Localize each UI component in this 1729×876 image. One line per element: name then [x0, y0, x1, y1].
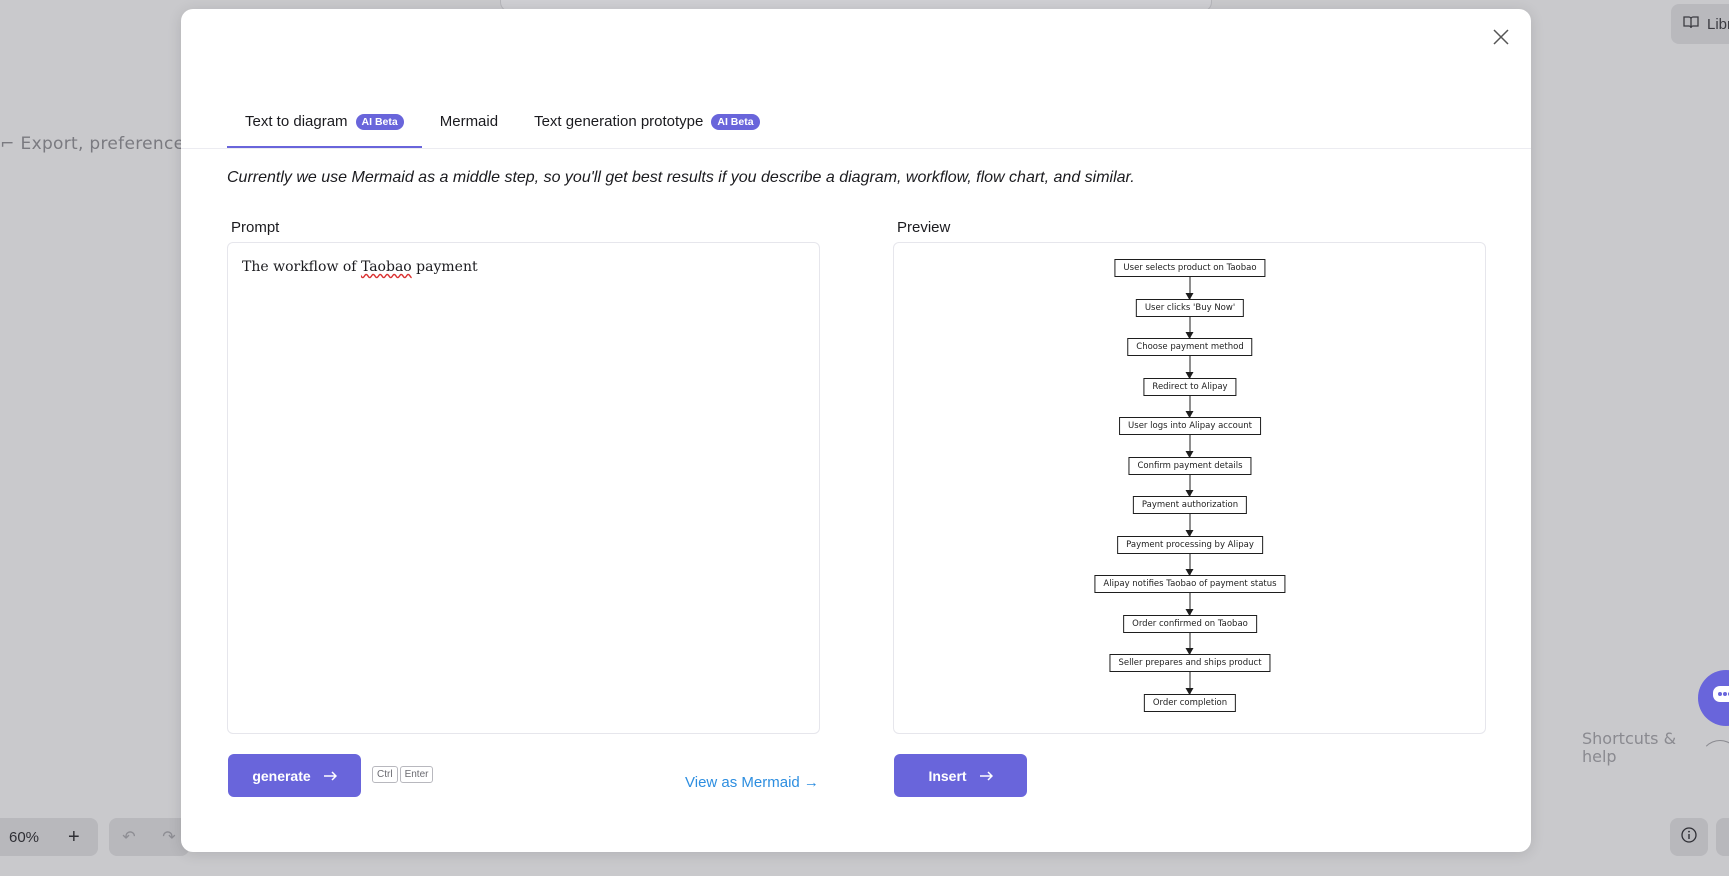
redo-icon[interactable]: ↷: [162, 827, 175, 847]
insert-button[interactable]: Insert: [894, 754, 1027, 797]
info-icon: [1681, 826, 1697, 848]
flowchart-arrow: [1185, 474, 1194, 497]
flowchart-node: Order completion: [1143, 693, 1237, 712]
dialog-description: Currently we use Mermaid as a middle ste…: [227, 169, 1135, 186]
prompt-value: The workflow of Taobao payment: [242, 259, 805, 275]
insert-label: Insert: [928, 767, 967, 784]
library-button[interactable]: Libr: [1671, 4, 1729, 44]
zoom-controls: 60% +: [0, 818, 98, 856]
zoom-in-button[interactable]: +: [68, 826, 80, 849]
flowchart-arrow: [1185, 672, 1194, 694]
keyboard-shortcut: Ctrl Enter: [372, 766, 434, 783]
close-button[interactable]: [1489, 27, 1513, 51]
shortcuts-hint: Shortcuts & help: [1582, 729, 1677, 766]
kbd-ctrl: Ctrl: [372, 766, 398, 783]
ai-beta-badge: AI Beta: [355, 113, 404, 130]
flowchart-node: Redirect to Alipay: [1143, 377, 1237, 396]
kbd-enter: Enter: [399, 766, 434, 783]
ai-beta-badge: AI Beta: [711, 113, 760, 130]
flowchart-node: Alipay notifies Taobao of payment status: [1094, 575, 1286, 593]
tab-mermaid[interactable]: Mermaid: [422, 95, 516, 148]
flowchart-arrow: [1185, 277, 1194, 299]
tabs-divider: [181, 148, 1531, 149]
book-icon: [1683, 14, 1699, 34]
extra-toolbar-button[interactable]: [1716, 818, 1729, 856]
flowchart-node: Seller prepares and ships product: [1109, 654, 1271, 672]
shortcuts-hint-arrow-icon: [1700, 740, 1729, 780]
prompt-text-part: payment: [411, 259, 478, 275]
prompt-text-part: The workflow of: [242, 259, 361, 275]
dialog-tabs: Text to diagram AI Beta Mermaid Text gen…: [227, 95, 778, 148]
export-hint: ⌐ Export, preference: [0, 134, 184, 154]
arrow-right-icon: [979, 768, 993, 784]
flowchart-arrow: [1185, 316, 1194, 339]
tab-label: Text generation prototype: [534, 113, 704, 130]
close-icon: [1492, 28, 1510, 51]
flowchart-node: User selects product on Taobao: [1114, 259, 1266, 277]
view-as-mermaid-link[interactable]: View as Mermaid →: [685, 774, 819, 791]
chat-icon: [1712, 685, 1729, 712]
flowchart-arrow: [1185, 395, 1194, 418]
chat-button[interactable]: [1698, 670, 1729, 726]
flowchart-arrow: [1185, 435, 1194, 457]
flowchart-node: Order confirmed on Taobao: [1123, 614, 1257, 633]
export-hint-text: Export, preference: [20, 134, 185, 154]
flowchart-node: Choose payment method: [1127, 338, 1253, 356]
generate-label: generate: [252, 767, 311, 784]
preview-panel: User selects product on Taobao User click…: [893, 242, 1486, 734]
flowchart-node: Confirm payment details: [1128, 456, 1252, 475]
flowchart-node: User clicks 'Buy Now': [1135, 298, 1245, 317]
tab-text-generation-prototype[interactable]: Text generation prototype AI Beta: [516, 95, 777, 148]
prompt-textarea[interactable]: The workflow of Taobao payment: [227, 242, 820, 734]
flowchart-node: Payment processing by Alipay: [1117, 535, 1263, 554]
arrow-right-icon: [323, 768, 337, 784]
flowchart-arrow: [1185, 632, 1194, 655]
flowchart-arrow: [1185, 553, 1194, 576]
undo-icon[interactable]: ↶: [122, 827, 135, 847]
text-to-diagram-dialog: Text to diagram AI Beta Mermaid Text gen…: [181, 9, 1531, 852]
generate-button[interactable]: generate: [228, 754, 361, 797]
flowchart-node: Payment authorization: [1132, 496, 1248, 514]
tab-label: Text to diagram: [245, 113, 348, 130]
spellcheck-word: Taobao: [360, 259, 412, 275]
zoom-level[interactable]: 60%: [0, 829, 48, 846]
flowchart-arrow: [1185, 593, 1194, 615]
tab-label: Mermaid: [439, 113, 499, 130]
preview-label: Preview: [897, 219, 951, 236]
help-button[interactable]: [1670, 818, 1708, 856]
library-label: Libr: [1707, 15, 1729, 33]
flowchart-node: User logs into Alipay account: [1119, 417, 1261, 435]
tab-text-to-diagram[interactable]: Text to diagram AI Beta: [227, 95, 422, 148]
flowchart-arrow: [1185, 514, 1194, 536]
undo-redo-controls: ↶ ↷: [109, 818, 189, 856]
flowchart-arrow: [1185, 356, 1194, 378]
hint-arrow-icon: ⌐: [0, 134, 15, 154]
prompt-label: Prompt: [231, 219, 280, 236]
